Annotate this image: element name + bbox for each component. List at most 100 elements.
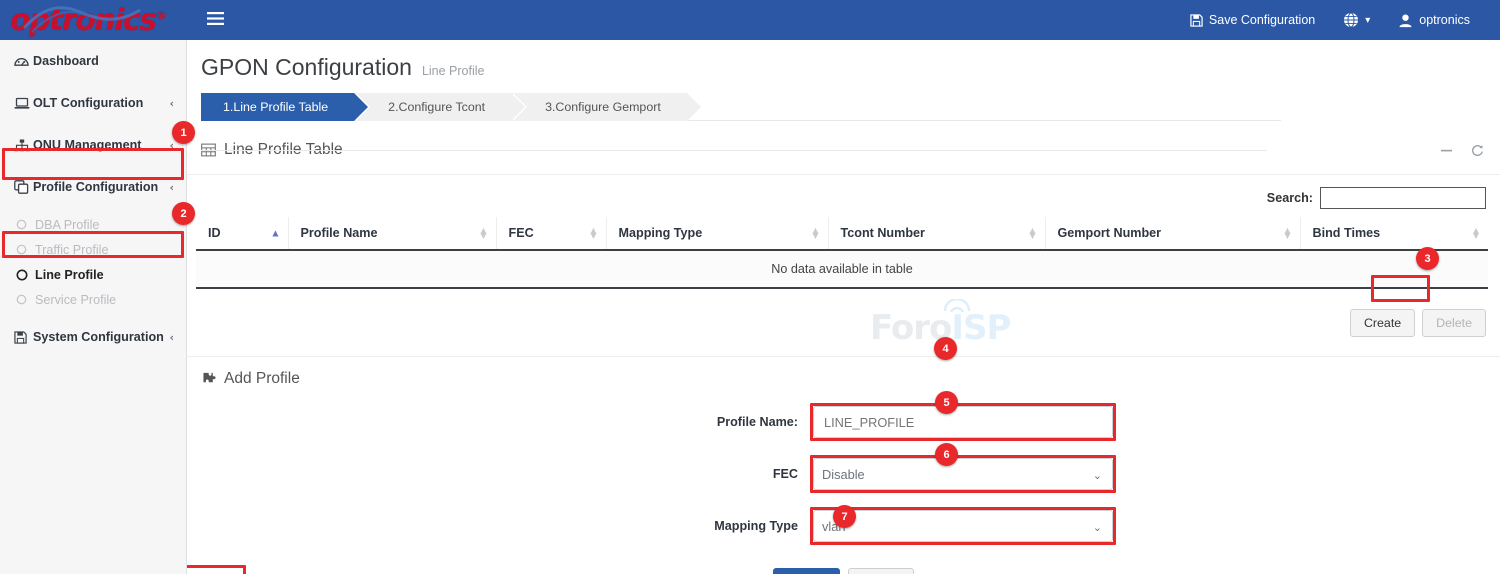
- minus-icon[interactable]: [1440, 144, 1453, 157]
- mapping-type-select[interactable]: vlan: [813, 510, 1113, 542]
- circle-icon: [16, 294, 35, 305]
- user-menu[interactable]: optronics: [1384, 0, 1484, 40]
- sidebar-item-label: System Configuration: [33, 330, 169, 344]
- column-header-profile-name[interactable]: Profile Name ▲▼: [288, 217, 496, 250]
- annotation-badge-4: 4: [934, 337, 957, 360]
- column-header-gemport-number[interactable]: Gemport Number ▲▼: [1045, 217, 1300, 250]
- annotation-badge-7: 7: [833, 505, 856, 528]
- column-header-bind-times[interactable]: Bind Times ▲▼: [1300, 217, 1488, 250]
- annotation-badge-6: 6: [935, 443, 958, 466]
- wizard-underline: [201, 150, 1267, 151]
- column-header-tcont-number[interactable]: Tcont Number ▲▼: [828, 217, 1045, 250]
- column-label: Bind Times: [1313, 226, 1381, 240]
- page-title: GPON Configuration: [201, 54, 412, 81]
- delete-button[interactable]: Delete: [1422, 309, 1486, 337]
- sidebar-item-service-profile[interactable]: Service Profile: [0, 287, 186, 312]
- annotation-badge-3: 3: [1416, 247, 1439, 270]
- sidebar-item-label: Dashboard: [33, 54, 174, 68]
- wizard-step-label: 2.Configure Tcont: [388, 100, 485, 114]
- column-header-id[interactable]: ID ▲: [196, 217, 288, 250]
- wizard-step-label: 3.Configure Gemport: [545, 100, 661, 114]
- sidebar-item-system-configuration[interactable]: System Configuration ‹: [0, 322, 186, 352]
- wizard-step-configure-gemport[interactable]: 3.Configure Gemport: [511, 93, 687, 121]
- logo-text: optronics®: [10, 3, 165, 38]
- dashboard-icon: [14, 55, 33, 68]
- floppy-icon: [14, 331, 33, 344]
- column-label: Mapping Type: [619, 226, 703, 240]
- search-input[interactable]: [1320, 187, 1486, 209]
- top-navigation-bar: optronics® Save Configuration: [0, 0, 1500, 40]
- chevron-left-icon: ‹: [169, 139, 174, 152]
- wizard-step-line-profile-table[interactable]: 1.Line Profile Table: [201, 93, 354, 121]
- puzzle-icon: [201, 372, 216, 386]
- sort-icon: ▲▼: [1029, 228, 1035, 238]
- sidebar-sub-label: Traffic Profile: [35, 243, 108, 257]
- hamburger-icon[interactable]: [201, 7, 230, 33]
- save-configuration-label: Save Configuration: [1209, 13, 1315, 27]
- sidebar-item-profile-configuration[interactable]: Profile Configuration ‹: [0, 172, 186, 202]
- save-icon: [1190, 14, 1203, 27]
- globe-icon: [1343, 12, 1359, 28]
- wizard-filler: [687, 93, 1281, 121]
- sidebar-item-traffic-profile[interactable]: Traffic Profile: [0, 237, 186, 262]
- sidebar-item-label: OLT Configuration: [33, 96, 169, 110]
- sidebar-item-olt-configuration[interactable]: OLT Configuration ‹: [0, 88, 186, 118]
- sidebar-item-dashboard[interactable]: Dashboard: [0, 46, 186, 76]
- topbar-right-actions: Save Configuration ▾ optronics: [1176, 0, 1500, 40]
- table-empty-message: No data available in table: [196, 250, 1488, 288]
- annotation-badge-2: 2: [172, 202, 195, 225]
- circle-icon: [16, 269, 35, 281]
- sidebar-item-dba-profile[interactable]: DBA Profile: [0, 212, 186, 237]
- sort-icon: ▲▼: [1284, 228, 1290, 238]
- create-button[interactable]: Create: [1350, 309, 1415, 337]
- user-name-label: optronics: [1419, 13, 1470, 27]
- page-subtitle: Line Profile: [422, 64, 485, 78]
- form-action-buttons: Submit Cancel: [187, 568, 1500, 574]
- wizard-step-configure-tcont[interactable]: 2.Configure Tcont: [354, 93, 511, 121]
- form-row-profile-name: Profile Name:: [187, 406, 1500, 438]
- cancel-button[interactable]: Cancel: [848, 568, 915, 574]
- language-caret-icon: ▾: [1365, 15, 1370, 26]
- brand-logo[interactable]: optronics®: [0, 0, 187, 40]
- profile-name-label: Profile Name:: [187, 415, 813, 429]
- column-label: ID: [208, 226, 221, 240]
- save-configuration-button[interactable]: Save Configuration: [1176, 0, 1329, 40]
- sort-icon: ▲▼: [590, 228, 596, 238]
- column-label: Profile Name: [301, 226, 378, 240]
- chevron-left-icon: ‹: [169, 181, 174, 194]
- laptop-icon: [14, 97, 33, 110]
- table-search-row: Search:: [187, 175, 1500, 217]
- panel-tools: [1440, 144, 1484, 157]
- mapping-type-control: vlan ⌄: [813, 510, 1113, 542]
- column-header-fec[interactable]: FEC ▲▼: [496, 217, 606, 250]
- line-profile-table: ID ▲ Profile Name ▲▼ FEC ▲▼ Mapping Type…: [196, 217, 1488, 289]
- table-empty-row: No data available in table: [196, 250, 1488, 288]
- main-content: GPON Configuration Line Profile 1.Line P…: [187, 40, 1500, 574]
- profile-name-input[interactable]: [813, 406, 1113, 438]
- sidebar-item-label: Profile Configuration: [33, 180, 169, 194]
- sidebar-navigation: Dashboard OLT Configuration ‹ ONU Manage…: [0, 40, 187, 574]
- refresh-icon[interactable]: [1471, 144, 1484, 157]
- language-selector[interactable]: ▾: [1329, 0, 1384, 40]
- sidebar-item-line-profile[interactable]: Line Profile: [0, 262, 186, 287]
- profile-name-control: [813, 406, 1113, 438]
- column-label: Gemport Number: [1058, 226, 1162, 240]
- clone-icon: [14, 180, 33, 194]
- add-profile-label: Add Profile: [224, 370, 300, 388]
- column-header-mapping-type[interactable]: Mapping Type ▲▼: [606, 217, 828, 250]
- wizard-step-label: 1.Line Profile Table: [223, 100, 328, 114]
- column-label: Tcont Number: [841, 226, 925, 240]
- sort-icon: ▲▼: [812, 228, 818, 238]
- annotation-badge-5: 5: [935, 391, 958, 414]
- sidebar-item-onu-management[interactable]: ONU Management ‹: [0, 130, 186, 160]
- add-profile-form: Profile Name: FEC Disable ⌄ Mapping Type…: [187, 406, 1500, 574]
- panel-body: Search: ID ▲ Profile Name ▲▼ FEC ▲▼: [187, 174, 1500, 337]
- registered-mark: ®: [156, 9, 166, 22]
- fec-select[interactable]: Disable: [813, 458, 1113, 490]
- table-header-row: ID ▲ Profile Name ▲▼ FEC ▲▼ Mapping Type…: [196, 217, 1488, 250]
- fec-control: Disable ⌄: [813, 458, 1113, 490]
- sort-icon: ▲▼: [1473, 228, 1479, 238]
- add-profile-heading: Add Profile: [187, 357, 1500, 388]
- sidebar-item-label: ONU Management: [33, 138, 169, 152]
- submit-button[interactable]: Submit: [773, 568, 840, 574]
